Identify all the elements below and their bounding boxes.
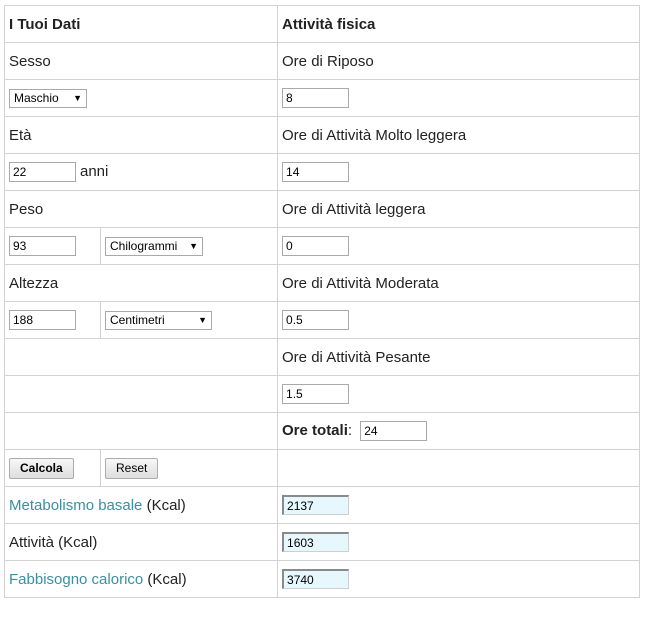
moderate-activity-label: Ore di Attività Moderata [277, 264, 641, 302]
very-light-activity-cell [277, 153, 641, 191]
height-unit-select[interactable]: Centimetri ▼ [105, 310, 212, 330]
rest-hours-cell [277, 79, 641, 117]
caloric-need-output[interactable] [282, 569, 350, 589]
weight-cell [4, 227, 101, 265]
table-row: Sesso Ore di Riposo [3, 42, 641, 80]
table-row: Attività (Kcal) [3, 523, 641, 561]
physical-activity-header: Attività fisica [277, 5, 641, 43]
reset-button[interactable]: Reset [105, 457, 159, 479]
table-row [3, 375, 641, 413]
table-row: Ore totali: [3, 412, 641, 450]
basal-metabolism-output[interactable] [282, 495, 350, 515]
very-light-activity-label: Ore di Attività Molto leggera [277, 116, 641, 154]
activity-kcal-output[interactable] [282, 532, 350, 552]
total-hours-cell: Ore totali: [277, 412, 641, 450]
table-row: Altezza Ore di Attività Moderata [3, 264, 641, 302]
dropdown-arrow-icon: ▼ [189, 241, 198, 251]
weight-label: Peso [3, 190, 279, 228]
total-hours-label: Ore totali [282, 421, 348, 439]
table-row: Età Ore di Attività Molto leggera [3, 116, 641, 154]
light-activity-label: Ore di Attività leggera [277, 190, 641, 228]
sex-label: Sesso [3, 42, 279, 80]
light-activity-input[interactable] [282, 236, 350, 256]
height-input[interactable] [9, 310, 76, 330]
calculate-cell: Calcola [4, 449, 101, 487]
table-row: Fabbisogno calorico (Kcal) [3, 560, 641, 598]
height-cell [4, 301, 101, 339]
moderate-activity-cell [277, 301, 641, 339]
caloric-need-unit: (Kcal) [143, 570, 187, 588]
basal-metabolism-unit: (Kcal) [142, 496, 186, 514]
rest-hours-label: Ore di Riposo [277, 42, 641, 80]
table-row: Centimetri ▼ [4, 301, 641, 339]
calculate-button[interactable]: Calcola [9, 457, 74, 479]
heavy-activity-cell [277, 375, 641, 413]
caloric-need-label: Fabbisogno calorico (Kcal) [3, 560, 279, 598]
empty-cell [3, 375, 279, 413]
dropdown-arrow-icon: ▼ [198, 315, 207, 325]
your-data-header: I Tuoi Dati [3, 5, 279, 43]
activity-kcal-cell [277, 523, 641, 561]
weight-unit-cell: Chilogrammi ▼ [99, 227, 279, 265]
caloric-need-cell [277, 560, 641, 598]
basal-metabolism-label: Metabolismo basale (Kcal) [3, 486, 279, 524]
table-row: Metabolismo basale (Kcal) [3, 486, 641, 524]
rest-hours-input[interactable] [282, 88, 350, 108]
total-hours-input[interactable] [360, 421, 428, 441]
weight-unit-select[interactable]: Chilogrammi ▼ [105, 236, 203, 256]
weight-unit-value: Chilogrammi [110, 239, 178, 253]
calorie-calculator-table: I Tuoi Dati Attività fisica Sesso Ore di… [3, 5, 641, 598]
total-hours-colon: : [347, 421, 353, 439]
reset-cell: Reset [99, 449, 279, 487]
empty-cell [3, 338, 279, 376]
sex-cell: Maschio ▼ [3, 79, 279, 117]
caloric-need-link[interactable]: Fabbisogno calorico [9, 571, 143, 588]
table-row: Chilogrammi ▼ [4, 227, 641, 265]
table-row: anni [3, 153, 641, 191]
sex-select[interactable]: Maschio ▼ [9, 88, 87, 108]
table-row: Maschio ▼ [3, 79, 641, 117]
heavy-activity-label: Ore di Attività Pesante [277, 338, 641, 376]
header-row: I Tuoi Dati Attività fisica [3, 5, 641, 43]
dropdown-arrow-icon: ▼ [73, 93, 82, 103]
heavy-activity-input[interactable] [282, 384, 350, 404]
light-activity-cell [277, 227, 641, 265]
sex-select-value: Maschio [14, 91, 59, 105]
table-row: Calcola Reset [4, 449, 641, 487]
age-cell: anni [3, 153, 279, 191]
age-label: Età [3, 116, 279, 154]
height-unit-value: Centimetri [110, 313, 165, 327]
empty-cell [277, 449, 641, 487]
moderate-activity-input[interactable] [282, 310, 350, 330]
empty-cell [3, 412, 279, 450]
activity-kcal-label: Attività (Kcal) [3, 523, 279, 561]
age-unit: anni [80, 162, 109, 180]
basal-metabolism-cell [277, 486, 641, 524]
weight-input[interactable] [9, 236, 76, 256]
height-label: Altezza [3, 264, 279, 302]
height-unit-cell: Centimetri ▼ [99, 301, 279, 339]
age-input[interactable] [9, 162, 76, 182]
basal-metabolism-link[interactable]: Metabolismo basale [9, 497, 142, 514]
table-row: Peso Ore di Attività leggera [3, 190, 641, 228]
table-row: Ore di Attività Pesante [3, 338, 641, 376]
very-light-activity-input[interactable] [282, 162, 350, 182]
